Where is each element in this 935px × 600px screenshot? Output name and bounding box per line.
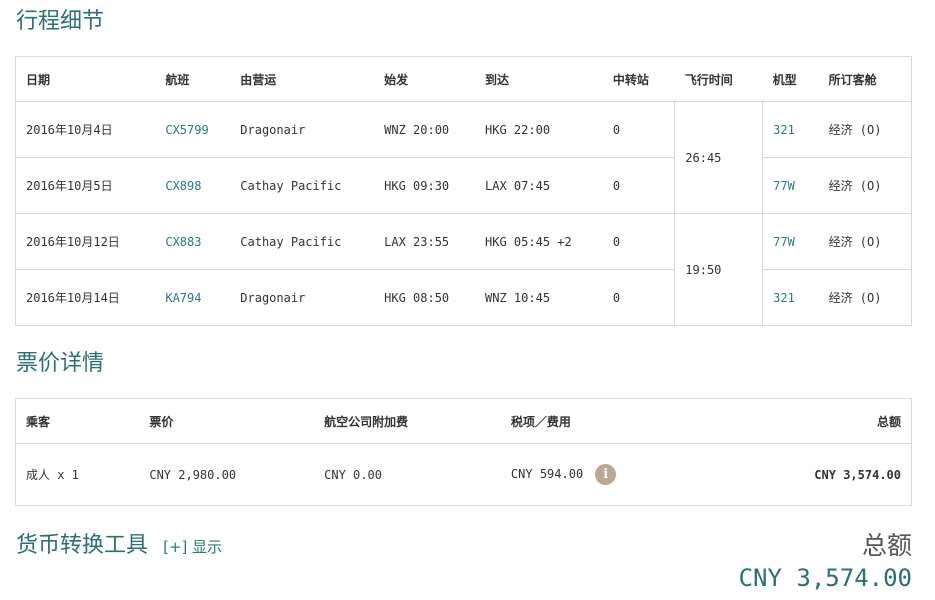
arrive-cell: WNZ 10:45 [475, 269, 603, 326]
aircraft-link[interactable]: 321 [762, 101, 819, 158]
col-depart: 始发 [374, 56, 476, 102]
converter-section: 货币转换工具 [+] 显示 [16, 527, 222, 559]
toggle-label: 显示 [192, 538, 223, 556]
surcharge-cell: CNY 0.00 [314, 443, 501, 506]
itinerary-table: 日期 航班 由营运 始发 到达 中转站 飞行时间 机型 所订客舱 2016年10… [15, 56, 912, 326]
total-cell: CNY 3,574.00 [700, 443, 912, 506]
grand-total: 总额 CNY 3,574.00 [739, 526, 912, 592]
table-row: 成人 x 1 CNY 2,980.00 CNY 0.00 CNY 594.00 i… [15, 443, 912, 506]
depart-cell: LAX 23:55 [374, 213, 476, 270]
fare-title: 票价详情 [16, 351, 105, 376]
col-flight: 航班 [155, 56, 231, 102]
passenger-cell: 成人 x 1 [15, 443, 140, 506]
cabin-cell: 经济 (O) [818, 213, 912, 270]
operator-cell: Dragonair [230, 101, 375, 158]
depart-cell: HKG 09:30 [374, 157, 476, 214]
grand-total-amount: CNY 3,574.00 [738, 564, 912, 592]
stops-cell: 0 [602, 101, 675, 158]
fare-header-row: 乘客 票价 航空公司附加费 税项／费用 总额 [15, 398, 912, 444]
duration-cell: 19:50 [674, 213, 764, 326]
flight-link[interactable]: CX898 [155, 157, 231, 214]
col-aircraft: 机型 [762, 56, 819, 102]
toggle-bracket: [+] [163, 538, 188, 556]
info-icon[interactable]: i [595, 464, 617, 485]
col-total: 总额 [700, 398, 912, 444]
converter-title: 货币转换工具 [16, 533, 149, 558]
flight-link[interactable]: KA794 [155, 269, 231, 326]
col-fare: 票价 [139, 398, 315, 444]
operator-cell: Cathay Pacific [230, 157, 375, 214]
stops-cell: 0 [602, 269, 675, 326]
date-cell: 2016年10月12日 [15, 213, 156, 270]
itinerary-title: 行程细节 [16, 9, 105, 34]
taxes-value: CNY 594.00 [510, 467, 584, 481]
col-stops: 中转站 [602, 56, 675, 102]
col-duration: 飞行时间 [674, 56, 763, 102]
cabin-cell: 经济 (O) [818, 157, 912, 214]
table-row: 2016年10月12日 CX883 Cathay Pacific LAX 23:… [15, 213, 912, 326]
date-cell: 2016年10月14日 [15, 269, 156, 326]
table-row: 2016年10月4日 CX5799 Dragonair WNZ 20:00 HK… [15, 101, 912, 214]
col-arrive: 到达 [475, 56, 603, 102]
flight-link[interactable]: CX883 [155, 213, 231, 270]
stops-cell: 0 [602, 213, 675, 270]
grand-total-label: 总额 [861, 531, 912, 560]
fare-table: 乘客 票价 航空公司附加费 税项／费用 总额 成人 x 1 CNY 2,980.… [15, 398, 912, 506]
aircraft-link[interactable]: 321 [762, 269, 819, 326]
date-cell: 2016年10月4日 [15, 101, 156, 158]
cabin-cell: 经济 (O) [818, 101, 912, 158]
col-passenger: 乘客 [15, 398, 140, 444]
arrive-cell: HKG 22:00 [475, 101, 603, 158]
aircraft-link[interactable]: 77W [762, 157, 819, 214]
depart-cell: WNZ 20:00 [374, 101, 476, 158]
depart-cell: HKG 08:50 [374, 269, 476, 326]
col-surcharge: 航空公司附加费 [314, 398, 501, 444]
col-operator: 由营运 [230, 56, 375, 102]
itinerary-header-row: 日期 航班 由营运 始发 到达 中转站 飞行时间 机型 所订客舱 [15, 56, 912, 102]
duration-cell: 26:45 [674, 101, 764, 214]
stops-cell: 0 [602, 157, 675, 214]
date-cell: 2016年10月5日 [15, 157, 156, 214]
converter-toggle[interactable]: [+] 显示 [163, 538, 222, 556]
table-row: 2016年10月14日 KA794 Dragonair HKG 08:50 WN… [15, 269, 912, 326]
col-cabin: 所订客舱 [818, 56, 912, 102]
col-date: 日期 [15, 56, 156, 102]
operator-cell: Dragonair [230, 269, 375, 326]
cabin-cell: 经济 (O) [818, 269, 912, 326]
arrive-cell: LAX 07:45 [475, 157, 603, 214]
flight-link[interactable]: CX5799 [155, 101, 231, 158]
fare-cell: CNY 2,980.00 [139, 443, 315, 506]
taxes-cell: CNY 594.00 i [500, 443, 701, 506]
arrive-cell: HKG 05:45 +2 [475, 213, 603, 270]
operator-cell: Cathay Pacific [230, 213, 375, 270]
table-row: 2016年10月5日 CX898 Cathay Pacific HKG 09:3… [15, 157, 912, 214]
aircraft-link[interactable]: 77W [762, 213, 819, 270]
col-taxes: 税项／费用 [500, 398, 701, 444]
